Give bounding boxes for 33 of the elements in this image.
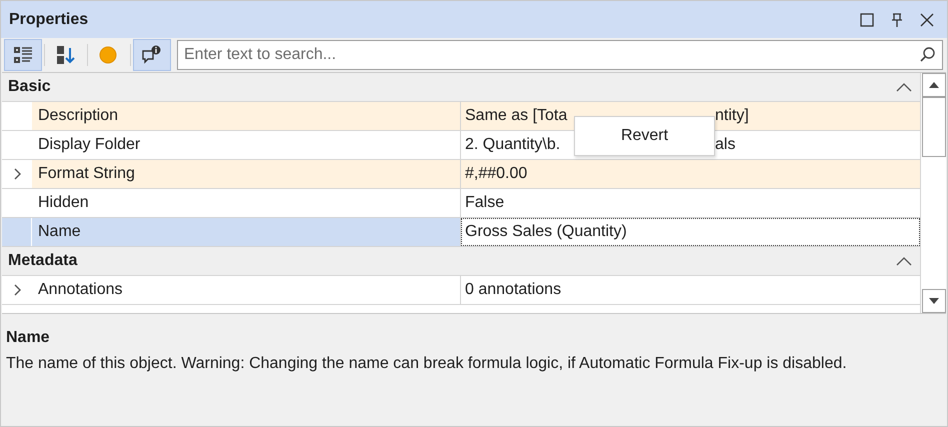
scroll-up-button[interactable] (922, 73, 946, 97)
down-arrow-icon (928, 297, 938, 305)
property-name[interactable]: Name (32, 218, 461, 246)
comment-info-icon (141, 45, 163, 65)
categorized-icon (12, 45, 34, 65)
property-value: als (715, 135, 736, 155)
window-title: Properties (9, 10, 88, 30)
sort-icon (55, 45, 77, 65)
expand-icon[interactable] (12, 283, 22, 297)
up-arrow-icon (928, 81, 938, 89)
property-value: Gross Sales (Quantity) (465, 222, 627, 242)
property-name[interactable]: Display Folder (32, 131, 461, 159)
property-name[interactable]: Format String (32, 160, 461, 188)
property-value: ntity] (715, 106, 749, 126)
scrollbar-thumb[interactable] (922, 97, 946, 157)
toolbar-button[interactable] (4, 39, 42, 71)
toolbar-button[interactable] (133, 39, 171, 71)
search-field[interactable]: Enter text to search... (177, 40, 943, 70)
help-title: Name (6, 328, 51, 348)
property-value: 2. Quantity\b. (465, 135, 560, 155)
scroll-down-button[interactable] (922, 289, 946, 313)
expand-icon[interactable] (12, 167, 22, 181)
menu-item[interactable]: Revert (616, 124, 672, 148)
property-value: #,##0.00 (465, 164, 528, 184)
category-header: Basic (8, 77, 52, 97)
property-value: 0 annotations (465, 280, 562, 300)
category-header: Metadata (8, 251, 78, 271)
property-name[interactable]: Hidden (32, 189, 461, 217)
property-name[interactable]: Annotations (32, 276, 461, 304)
property-value: False (465, 193, 504, 213)
help-text: The name of this object. Warning: Changing the name can break formula logic, if Automatic Formula Fix-up is disabled. (6, 354, 848, 374)
property-value: Same as [Tota (465, 106, 568, 126)
property-name[interactable]: Description (32, 102, 461, 130)
